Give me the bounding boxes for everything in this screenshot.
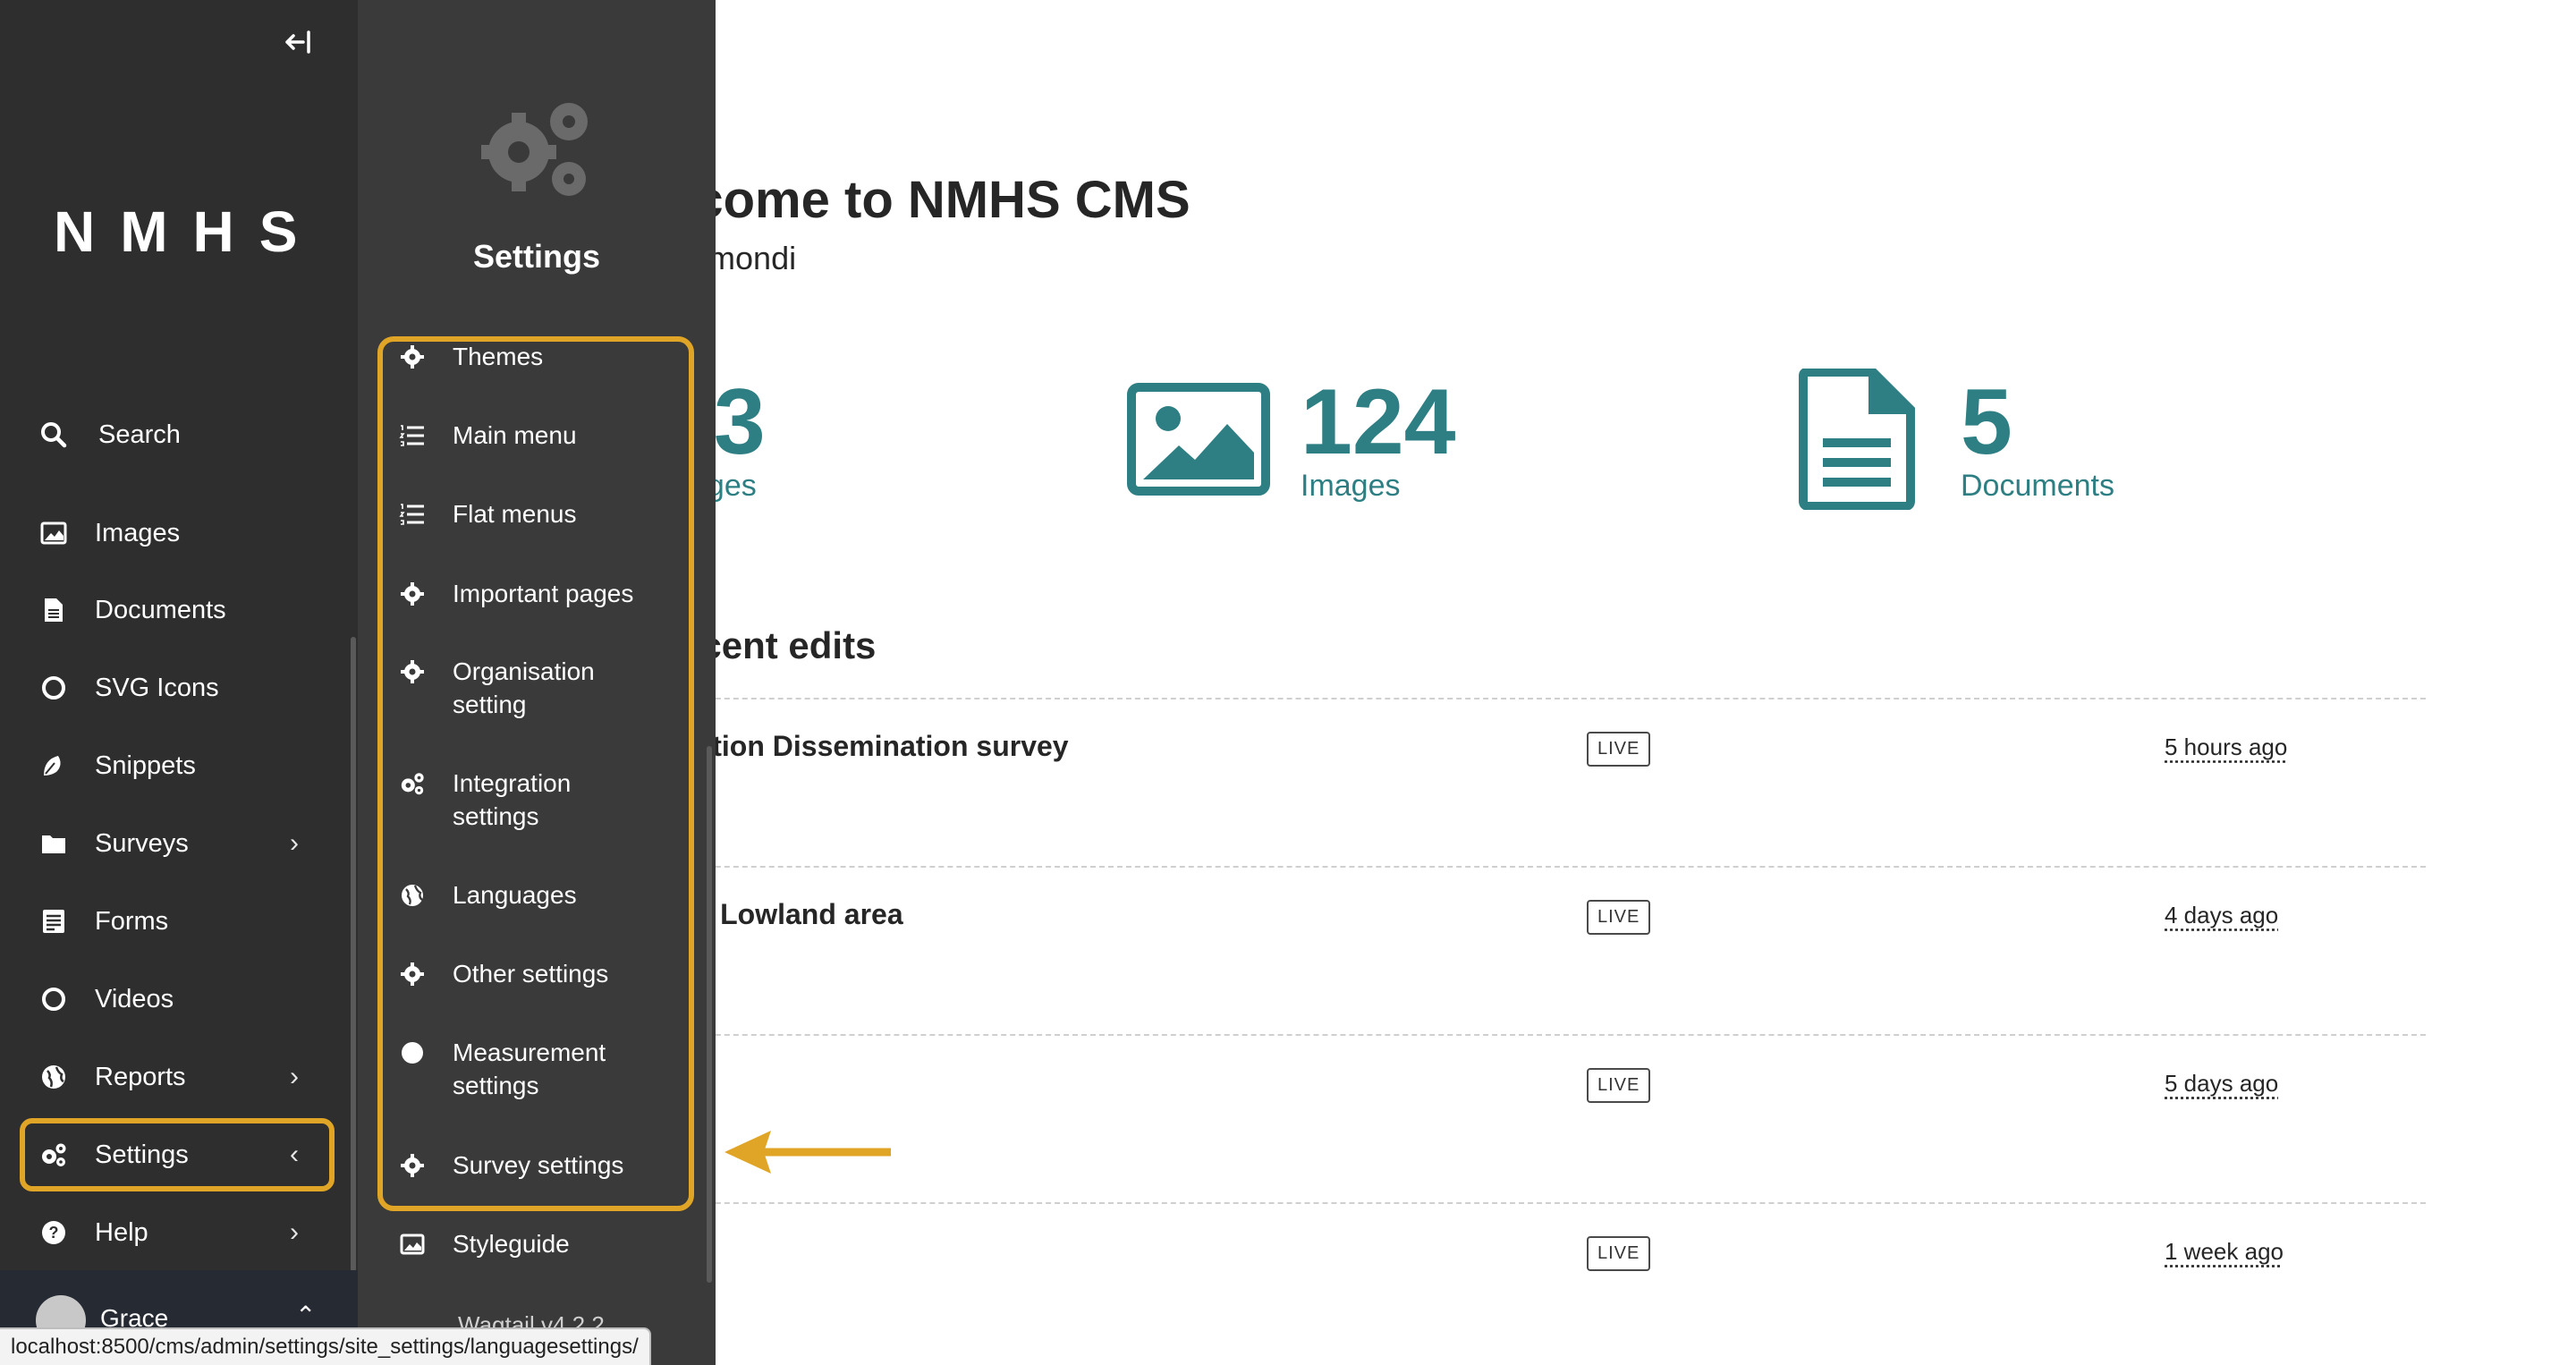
globe-icon xyxy=(39,1063,68,1091)
settings-highlight xyxy=(20,1118,335,1191)
status-badge: LIVE xyxy=(1587,900,1651,935)
sidebar-item-reports[interactable]: Reports › xyxy=(0,1041,358,1113)
documents-label[interactable]: Documents xyxy=(1961,469,2114,504)
edit-title[interactable]: mation Dissemination survey xyxy=(671,730,1069,763)
images-count[interactable]: 124 xyxy=(1301,376,1456,469)
status-bar-url: localhost:8500/cms/admin/settings/site_s… xyxy=(0,1327,651,1365)
sidebar-item-documents[interactable]: Documents xyxy=(0,574,358,646)
sidebar-item-label: Images xyxy=(95,518,181,547)
submenu-scrollbar[interactable] xyxy=(707,746,712,1283)
status-badge: LIVE xyxy=(1587,1236,1651,1271)
search-icon xyxy=(39,420,68,449)
sidebar-item-label: Forms xyxy=(95,906,169,936)
status-badge: LIVE xyxy=(1587,732,1651,767)
edit-time: 4 days ago xyxy=(2165,902,2279,928)
chevron-up-icon: ⌃ xyxy=(295,1301,317,1329)
sidebar-scrollbar[interactable] xyxy=(351,637,356,1272)
annotation-arrow-icon xyxy=(724,1131,891,1174)
sidebar-item-label: Documents xyxy=(95,595,226,624)
chevron-right-icon: › xyxy=(290,828,299,858)
circle-icon xyxy=(39,674,68,702)
documents-count[interactable]: 5 xyxy=(1961,376,2012,469)
site-logo[interactable]: NMHS xyxy=(54,199,322,265)
welcome-heading: elcome to NMHS CMS xyxy=(651,171,1191,229)
form-icon xyxy=(39,907,68,936)
table-row: mation Dissemination survey LIVE 5 hours… xyxy=(644,698,2426,866)
sidebar-item-label: Surveys xyxy=(95,828,189,858)
document-icon xyxy=(1799,369,1915,510)
sidebar: NMHS Search Images Documents SVG Icons S… xyxy=(0,0,358,1365)
submenu-highlight xyxy=(377,336,694,1211)
sidebar-item-surveys[interactable]: Surveys › xyxy=(0,808,358,879)
submenu-item-label: Styleguide xyxy=(453,1230,570,1258)
edit-time: 1 week ago xyxy=(2165,1238,2284,1265)
sidebar-item-snippets[interactable]: Snippets xyxy=(0,730,358,801)
chevron-right-icon: › xyxy=(290,1062,299,1091)
images-label[interactable]: Images xyxy=(1301,469,1401,504)
image-icon xyxy=(1127,383,1270,496)
svg-text:?: ? xyxy=(49,1224,59,1242)
sidebar-item-forms[interactable]: Forms xyxy=(0,886,358,957)
table-row: LIVE 1 week ago xyxy=(644,1202,2426,1365)
table-row: LIVE 5 days ago xyxy=(644,1034,2426,1202)
circle-icon xyxy=(39,985,68,1013)
sidebar-item-images[interactable]: Images xyxy=(0,497,358,569)
snippet-icon xyxy=(39,751,68,780)
table-row: ole Lowland area LIVE 4 days ago xyxy=(644,866,2426,1034)
help-icon: ? xyxy=(39,1218,68,1247)
sidebar-item-label: Videos xyxy=(95,984,174,1013)
edit-time: 5 days ago xyxy=(2165,1070,2279,1097)
sidebar-item-help[interactable]: ? Help › xyxy=(0,1197,358,1268)
submenu-title: Settings xyxy=(472,238,600,275)
sidebar-item-label: Reports xyxy=(95,1062,186,1091)
sidebar-item-search[interactable]: Search xyxy=(0,399,358,471)
folder-icon xyxy=(39,829,68,858)
image-icon xyxy=(39,519,68,547)
collapse-sidebar-icon[interactable] xyxy=(279,27,318,66)
image-icon xyxy=(399,1231,426,1258)
sidebar-item-label: Search xyxy=(98,420,181,449)
sidebar-item-label: Snippets xyxy=(95,750,196,780)
chevron-right-icon: › xyxy=(290,1217,299,1247)
submenu-item-styleguide[interactable]: Styleguide xyxy=(358,1227,716,1267)
sidebar-item-svg-icons[interactable]: SVG Icons xyxy=(0,652,358,724)
sidebar-item-videos[interactable]: Videos xyxy=(0,963,358,1035)
document-icon xyxy=(39,596,68,624)
status-badge: LIVE xyxy=(1587,1068,1651,1103)
sidebar-item-label: Help xyxy=(95,1217,148,1247)
sidebar-item-label: SVG Icons xyxy=(95,673,219,702)
cogs-icon xyxy=(481,103,588,196)
edit-time: 5 hours ago xyxy=(2165,733,2288,760)
